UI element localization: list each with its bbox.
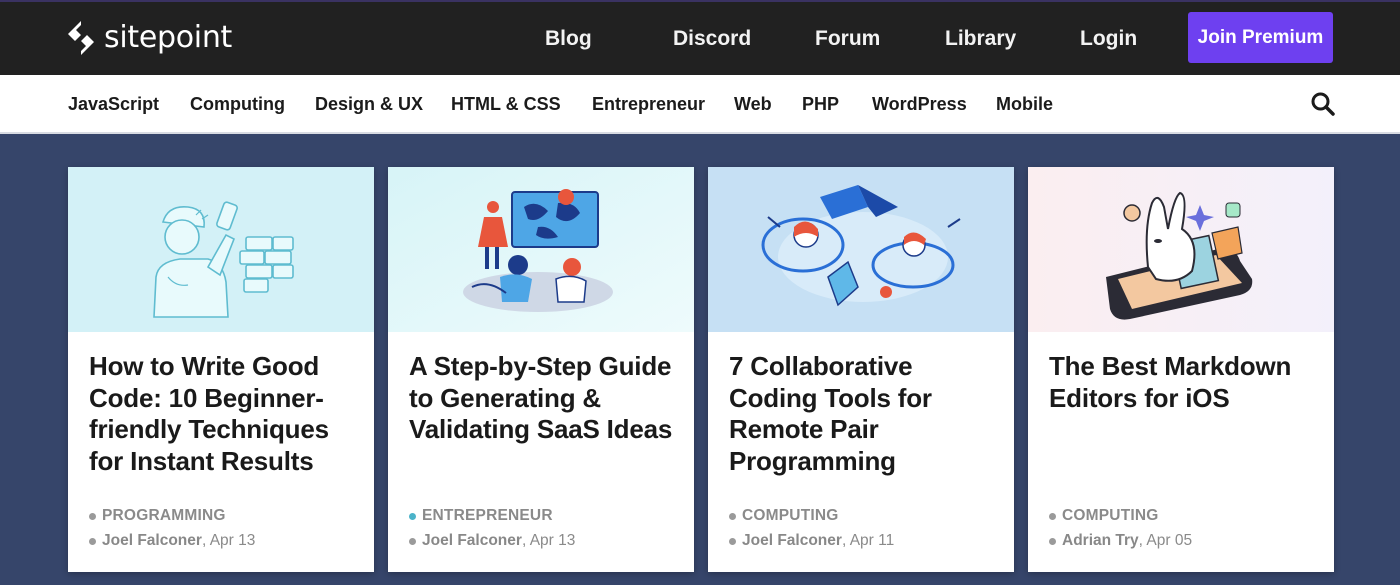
category-label: ENTREPRENEUR [422, 507, 553, 524]
article-title[interactable]: The Best Markdown Editors for iOS [1049, 351, 1317, 414]
article-card[interactable]: A Step-by-Step Guide to Generating & Val… [388, 167, 694, 572]
author-name[interactable]: Joel Falconer [102, 532, 202, 550]
article-category[interactable]: ENTREPRENEUR [409, 507, 553, 525]
join-premium-button[interactable]: Join Premium [1188, 12, 1333, 63]
nav-login[interactable]: Login [1080, 2, 1137, 75]
category-html-css[interactable]: HTML & CSS [451, 75, 561, 133]
nav-forum[interactable]: Forum [815, 2, 880, 75]
publish-date: , Apr 11 [841, 532, 895, 549]
site-header: sitepoint Blog Discord Forum Library Log… [0, 0, 1400, 75]
author-dot-icon [409, 537, 416, 545]
category-entrepreneur[interactable]: Entrepreneur [592, 75, 705, 133]
article-meta: Joel Falconer , Apr 11 [729, 532, 894, 550]
category-wordpress[interactable]: WordPress [872, 75, 967, 133]
article-title[interactable]: How to Write Good Code: 10 Beginner-frie… [89, 351, 357, 477]
article-title[interactable]: A Step-by-Step Guide to Generating & Val… [409, 351, 677, 446]
article-meta: Joel Falconer , Apr 13 [409, 532, 575, 550]
category-nav: JavaScript Computing Design & UX HTML & … [0, 75, 1400, 134]
category-computing[interactable]: Computing [190, 75, 285, 133]
category-web[interactable]: Web [734, 75, 772, 133]
article-meta: Joel Falconer , Apr 13 [89, 532, 255, 550]
author-name[interactable]: Joel Falconer [422, 532, 522, 550]
category-php[interactable]: PHP [802, 75, 839, 133]
category-dot-icon [89, 512, 96, 520]
nav-blog[interactable]: Blog [545, 2, 592, 75]
category-label: COMPUTING [1062, 507, 1159, 524]
publish-date: , Apr 05 [1138, 532, 1193, 549]
category-javascript[interactable]: JavaScript [68, 75, 159, 133]
article-illustration [388, 167, 694, 332]
nav-library[interactable]: Library [945, 2, 1016, 75]
category-design-ux[interactable]: Design & UX [315, 75, 423, 133]
article-card[interactable]: How to Write Good Code: 10 Beginner-frie… [68, 167, 374, 572]
sitepoint-logo[interactable]: sitepoint [64, 19, 232, 57]
author-name[interactable]: Joel Falconer [742, 532, 842, 550]
publish-date: , Apr 13 [201, 532, 256, 549]
publish-date: , Apr 13 [521, 532, 576, 549]
author-dot-icon [89, 537, 96, 545]
article-illustration [68, 167, 374, 332]
author-name[interactable]: Adrian Try [1062, 532, 1139, 550]
category-dot-icon [729, 512, 736, 520]
category-mobile[interactable]: Mobile [996, 75, 1053, 133]
author-dot-icon [729, 537, 736, 545]
article-illustration [708, 167, 1014, 332]
article-card[interactable]: The Best Markdown Editors for iOS COMPUT… [1028, 167, 1334, 572]
article-category[interactable]: COMPUTING [729, 507, 839, 525]
category-label: PROGRAMMING [102, 507, 226, 524]
article-category[interactable]: COMPUTING [1049, 507, 1159, 525]
category-dot-icon [1049, 512, 1056, 520]
article-meta: Adrian Try , Apr 05 [1049, 532, 1192, 550]
article-card[interactable]: 7 Collaborative Coding Tools for Remote … [708, 167, 1014, 572]
category-dot-icon [409, 512, 416, 520]
search-icon[interactable] [1310, 91, 1336, 117]
author-dot-icon [1049, 537, 1056, 545]
article-illustration [1028, 167, 1334, 332]
sitepoint-logo-icon [68, 21, 94, 55]
article-category[interactable]: PROGRAMMING [89, 507, 226, 525]
nav-discord[interactable]: Discord [673, 2, 751, 75]
category-label: COMPUTING [742, 507, 839, 524]
logo-text: sitepoint [104, 20, 232, 55]
article-title[interactable]: 7 Collaborative Coding Tools for Remote … [729, 351, 997, 477]
